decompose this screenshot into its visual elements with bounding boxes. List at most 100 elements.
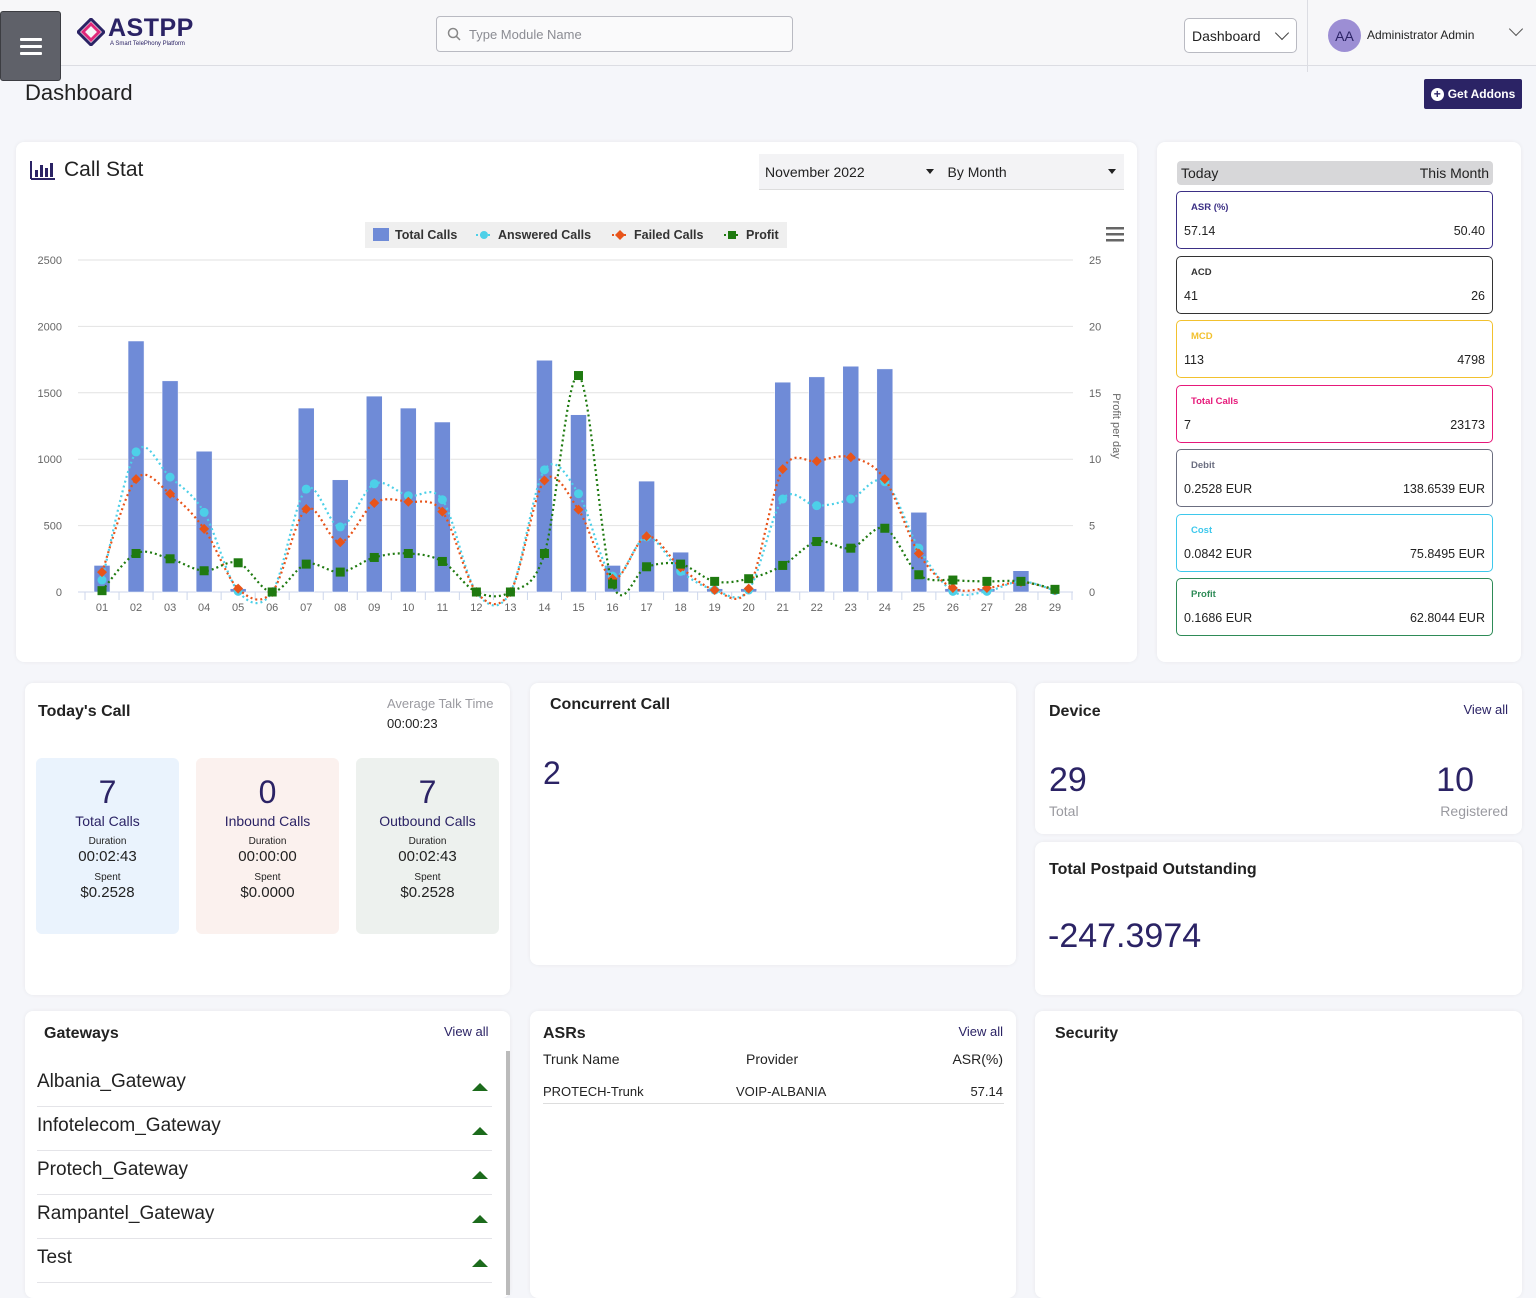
gateways-scrollbar[interactable] (506, 1051, 510, 1295)
todays-call-card: Today's Call Average Talk Time 00:00:23 … (25, 683, 510, 995)
device-registered-label: Registered (1440, 803, 1508, 819)
list-item[interactable]: Test (37, 1239, 492, 1283)
stat-today-value: 7 (1184, 417, 1191, 432)
point-profit (199, 566, 209, 576)
stat-box-asr: ASR (%) 57.14 50.40 (1176, 191, 1493, 249)
concurrent-call-title: Concurrent Call (550, 696, 671, 713)
x-tick-label: 19 (709, 602, 721, 614)
legend-marker (728, 231, 736, 239)
point-profit (403, 548, 413, 558)
list-item[interactable]: Rampantel_Gateway (37, 1195, 492, 1239)
call-tile-outbound-calls: 7 Outbound Calls Duration 00:02:43 Spent $0.2… (356, 758, 499, 934)
point-answered-calls (165, 472, 175, 482)
stat-box-total-calls: Total Calls 7 23173 (1176, 384, 1493, 443)
module-search[interactable] (436, 16, 793, 52)
get-addons-button[interactable]: + Get Addons (1424, 79, 1522, 109)
legend-label: Answered Calls (498, 228, 591, 242)
dashboard-select[interactable]: Dashboard (1184, 18, 1297, 53)
status-up-icon (472, 1171, 488, 1179)
device-view-all-link[interactable]: View all (1463, 702, 1508, 717)
y2-tick-label: 15 (1089, 388, 1101, 400)
list-item[interactable]: Protech_Gateway (37, 1151, 492, 1195)
menu-bar (1106, 239, 1124, 242)
tile-spent: $0.0000 (240, 884, 295, 901)
legend-marker (480, 231, 488, 239)
module-search-input[interactable] (469, 26, 769, 42)
list-item[interactable]: Infotelecom_Gateway (37, 1107, 492, 1151)
point-answered-calls (437, 495, 447, 505)
menu-bar (1106, 227, 1124, 230)
gateway-name: Protech_Gateway (37, 1159, 189, 1180)
y-tick-label: 0 (56, 587, 62, 599)
today-label: Today (1181, 165, 1219, 181)
point-answered-calls (301, 484, 311, 494)
point-profit (642, 562, 652, 572)
x-tick-label: 28 (1015, 602, 1027, 614)
y-tick-label: 2000 (38, 321, 62, 333)
point-profit (233, 558, 243, 568)
row-divider (543, 1103, 1004, 1104)
user-name[interactable]: Administrator Admin (1367, 28, 1474, 42)
asrs-view-all-link[interactable]: View all (958, 1024, 1003, 1039)
device-card: Device View all 29 Total 10 Registered (1035, 683, 1522, 834)
x-tick-label: 22 (811, 602, 823, 614)
device-title: Device (1049, 703, 1101, 720)
x-tick-label: 29 (1049, 602, 1061, 614)
user-avatar[interactable]: AA (1328, 19, 1361, 52)
x-tick-label: 10 (402, 602, 414, 614)
security-card: Security (1035, 1011, 1522, 1298)
chart-menu-icon[interactable] (1106, 227, 1124, 242)
point-profit (574, 371, 583, 381)
point-profit (880, 523, 890, 533)
x-tick-label: 16 (606, 602, 618, 614)
point-answered-calls (539, 465, 549, 475)
y2-tick-label: 25 (1089, 255, 1101, 267)
stat-box-profit: Profit 0.1686 EUR 62.8044 EUR (1176, 578, 1493, 636)
x-tick-label: 12 (470, 602, 482, 614)
stat-label: ASR (%) (1191, 202, 1229, 213)
stats-header: Today This Month (1177, 161, 1493, 185)
logo-title: ASTPP (108, 14, 194, 42)
stat-today-value: 0.0842 EUR (1184, 546, 1253, 561)
menu-toggle-button[interactable] (0, 11, 61, 81)
stat-label: ACD (1191, 266, 1212, 278)
tile-spent-label: Spent (94, 872, 121, 883)
stat-label: Total Calls (1191, 395, 1239, 407)
stat-today-value: 41 (1184, 288, 1198, 303)
stat-label: Cost (1191, 524, 1213, 536)
device-registered-value: 10 (1436, 761, 1474, 799)
stat-box-cost: Cost 0.0842 EUR 75.8495 EUR (1176, 513, 1493, 572)
gateways-view-all-link[interactable]: View all (444, 1024, 489, 1039)
call-stat-card: Call Stat November 2022 By Month 0 0 500 5 1… (16, 142, 1137, 662)
tile-spent-label: Spent (414, 872, 441, 883)
tile-label: Outbound Calls (379, 813, 476, 829)
y-tick-label: 1500 (38, 388, 62, 400)
legend-label: Total Calls (395, 228, 457, 242)
logo-subtitle: A Smart TelePhony Platform (110, 41, 185, 47)
concurrent-call-value: 2 (543, 755, 561, 791)
tile-spent: $0.2528 (80, 884, 135, 901)
y-tick-label: 2500 (38, 255, 62, 267)
bar-total-calls (808, 376, 825, 593)
point-answered-calls (131, 447, 141, 457)
asr-col-provider: Provider (746, 1051, 799, 1067)
stat-label: MCD (1191, 331, 1213, 342)
point-profit (505, 587, 515, 597)
avg-talk-time-value: 00:00:23 (387, 716, 438, 731)
tile-duration: 00:02:43 (78, 848, 137, 865)
logo[interactable]: ASTPP A Smart TelePhony Platform (77, 16, 194, 47)
point-profit (744, 574, 754, 584)
get-addons-label: Get Addons (1447, 87, 1516, 101)
bar-total-calls (842, 365, 860, 593)
tile-duration-label: Duration (88, 836, 127, 847)
point-profit (914, 570, 924, 580)
gateway-name: Infotelecom_Gateway (37, 1115, 221, 1136)
tile-duration-label: Duration (408, 836, 447, 847)
point-profit (471, 587, 481, 597)
chevron-down-icon (1274, 25, 1290, 41)
x-tick-label: 17 (640, 602, 652, 614)
point-answered-calls (369, 479, 379, 489)
list-item[interactable]: Albania_Gateway (37, 1063, 492, 1107)
stat-today-value: 113 (1184, 353, 1204, 367)
point-profit (97, 586, 107, 596)
